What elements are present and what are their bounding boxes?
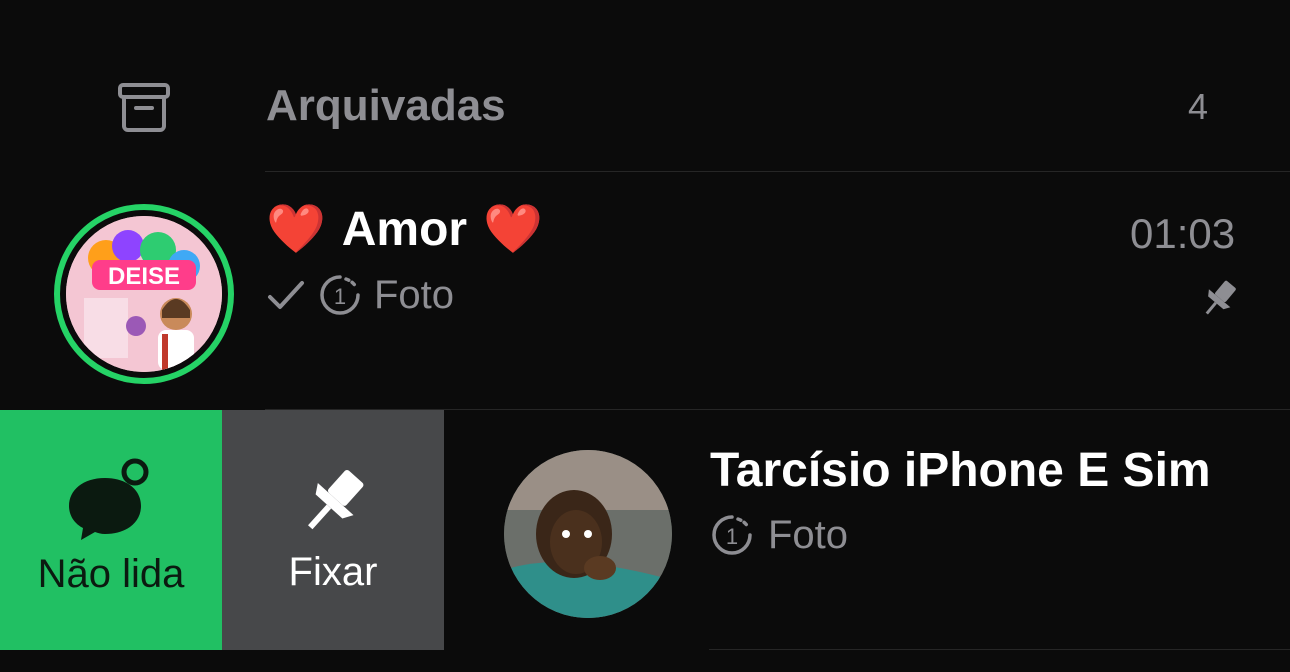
checkmark-icon [268, 281, 304, 309]
chat-name: Tarcísio iPhone E Sim [710, 444, 1211, 497]
heart-emoji: ❤️ [266, 203, 326, 256]
unread-chat-icon [69, 458, 149, 540]
chat-preview-line: 1 Foto [266, 268, 454, 322]
avatar-image [504, 450, 672, 618]
svg-text:1: 1 [726, 524, 738, 549]
archived-count: 4 [1188, 86, 1209, 127]
pin-label: Fixar [288, 550, 378, 594]
chat-preview: Foto [768, 512, 849, 557]
pin-icon [1205, 280, 1236, 315]
avatar-image: DEISE [66, 216, 222, 372]
archive-icon [118, 83, 170, 132]
archived-row[interactable] [0, 60, 1290, 170]
chat-name: Amor [341, 203, 468, 256]
chat-title: ❤️ Amor ❤️ [266, 198, 543, 262]
svg-text:1: 1 [334, 284, 346, 309]
chat-preview: Foto [374, 272, 455, 317]
avatar-amor[interactable]: DEISE [54, 204, 234, 384]
pin-button[interactable]: Fixar [222, 410, 444, 650]
chat-preview-line: 1 Foto [710, 508, 848, 562]
pin-icon [308, 469, 364, 530]
archived-label: Arquivadas [266, 81, 506, 130]
view-once-icon: 1 [320, 275, 360, 315]
divider [709, 649, 1290, 650]
view-once-icon: 1 [712, 515, 752, 555]
avatar-text: DEISE [108, 263, 180, 290]
avatar-tarcisio[interactable] [504, 450, 672, 618]
chat-time: 01:03 [1130, 210, 1236, 257]
heart-emoji: ❤️ [483, 203, 543, 256]
mark-unread-button[interactable]: Não lida [0, 410, 222, 650]
mark-unread-label: Não lida [37, 552, 185, 596]
